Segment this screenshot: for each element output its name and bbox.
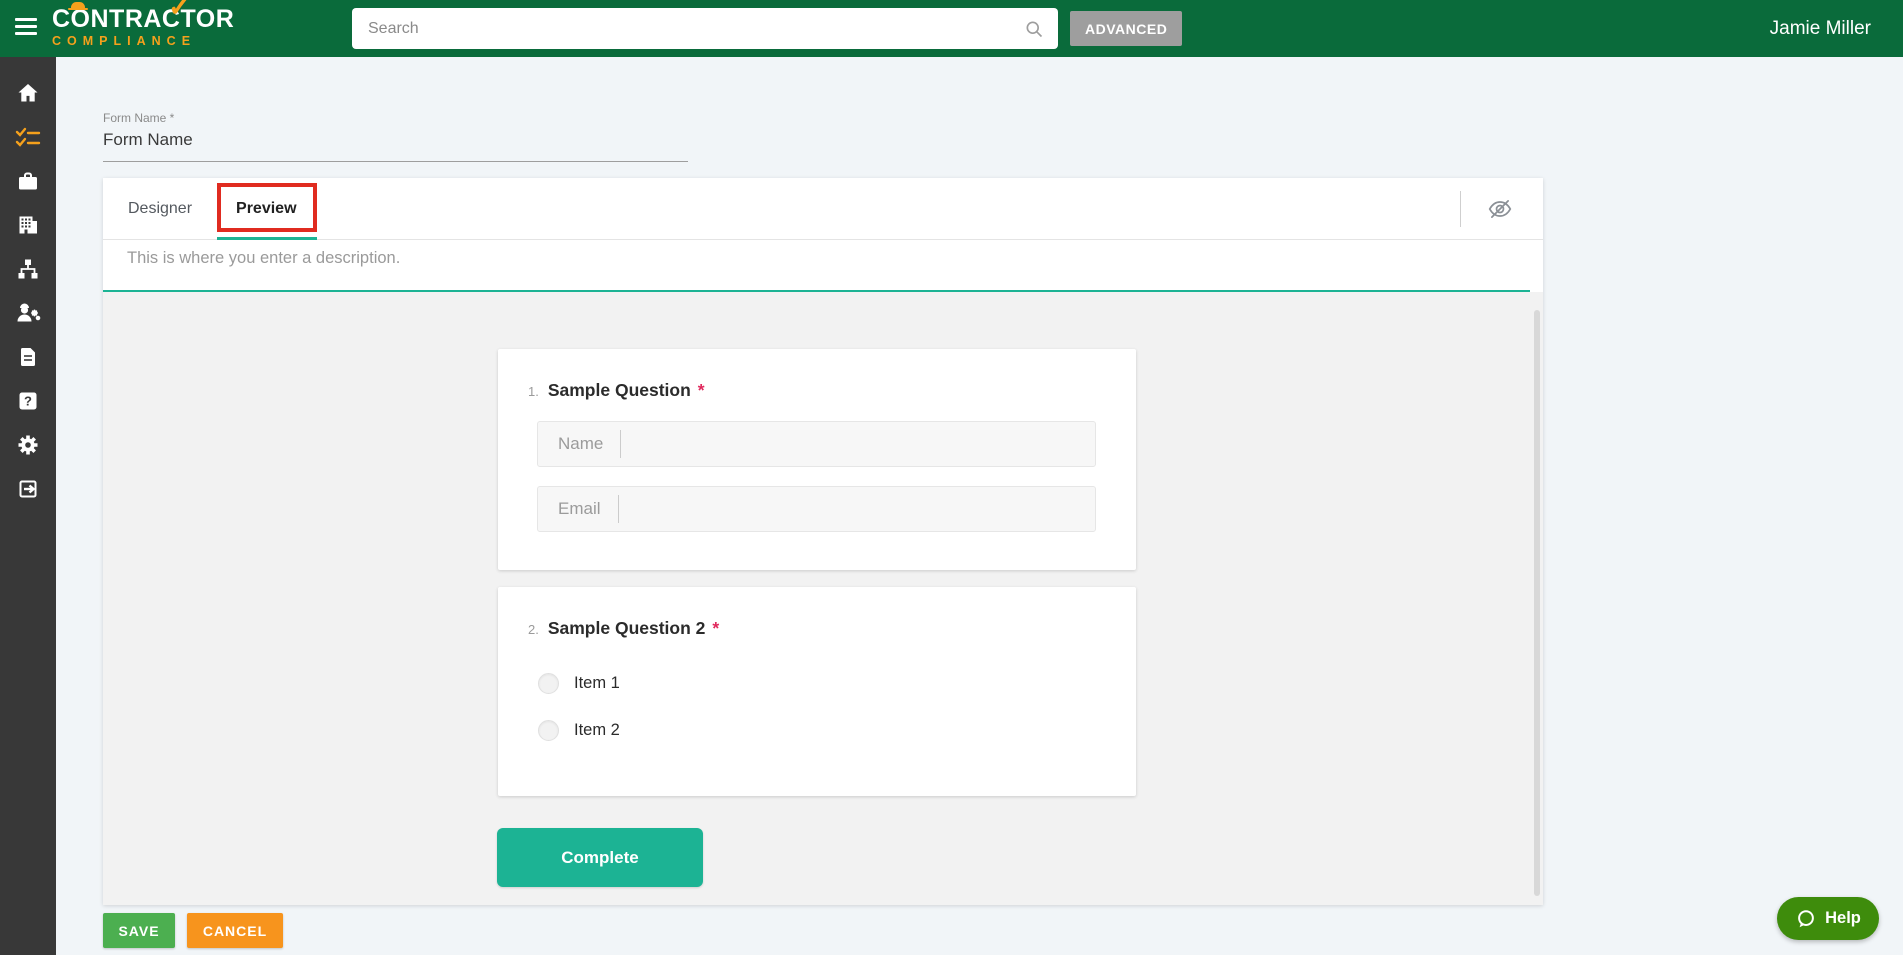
sidebar-item-contractors[interactable] [15, 301, 41, 325]
input-caret [617, 495, 619, 523]
sidebar-item-support[interactable]: ? [15, 389, 41, 413]
vertical-divider [1460, 191, 1461, 227]
checklist-icon [15, 127, 41, 147]
sidebar-item-documents[interactable] [15, 345, 41, 369]
name-field[interactable]: Name [537, 421, 1096, 467]
question-text: Sample Question 2 [547, 618, 706, 638]
hide-preview-button[interactable] [1487, 196, 1513, 222]
radio-label: Item 1 [574, 674, 620, 692]
check-mark-icon: ✓ [168, 0, 192, 22]
form-name-input[interactable]: Form Name [103, 130, 688, 162]
question-text: Sample Question [547, 380, 691, 400]
worker-settings-icon [17, 303, 41, 322]
sidebar-item-logout[interactable] [15, 477, 41, 501]
name-field-label: Name [558, 434, 604, 453]
hamburger-menu-icon[interactable] [15, 18, 37, 38]
search-icon [1026, 21, 1043, 37]
radio-label: Item 2 [574, 721, 620, 739]
sidebar-item-forms-active[interactable] [15, 125, 41, 149]
tab-preview-label: Preview [236, 199, 297, 217]
help-button[interactable]: Help [1777, 897, 1879, 940]
sidebar-item-org-chart[interactable] [15, 257, 41, 281]
question-card-1: 1. Sample Question * Name Email [498, 349, 1136, 570]
app-window: CONTRACTOR ✓ COMPLIANCE ADVANCED Jamie M… [0, 0, 1903, 955]
settings-gear-icon [18, 435, 38, 455]
main-content: Form Name * Form Name Designer Preview T… [56, 57, 1903, 955]
radio-button[interactable] [538, 673, 559, 694]
user-menu[interactable]: Jamie Miller [1770, 0, 1871, 57]
form-builder-card: Designer Preview This is where you enter… [103, 178, 1543, 905]
building-icon [19, 216, 37, 234]
sidebar-item-companies[interactable] [15, 213, 41, 237]
hard-hat-icon [68, 2, 88, 10]
required-asterisk: * [712, 618, 720, 638]
svg-text:?: ? [24, 394, 32, 409]
chat-bubble-icon [1798, 909, 1814, 927]
email-field[interactable]: Email [537, 486, 1096, 532]
advanced-search-button[interactable]: ADVANCED [1070, 11, 1183, 46]
cancel-button[interactable]: CANCEL [187, 913, 283, 948]
preview-scrollbar[interactable] [1534, 310, 1540, 896]
tab-preview[interactable]: Preview [217, 182, 317, 240]
tab-designer[interactable]: Designer [128, 200, 192, 218]
left-sidebar-nav: ? [0, 57, 56, 955]
briefcase-icon [19, 172, 37, 190]
top-header-bar: CONTRACTOR ✓ COMPLIANCE ADVANCED Jamie M… [0, 0, 1903, 57]
form-preview-pane: 1. Sample Question * Name Email 2. Sampl… [103, 292, 1543, 905]
radio-option-item-2[interactable]: Item 2 [538, 720, 620, 741]
app-logo[interactable]: CONTRACTOR ✓ COMPLIANCE [52, 0, 252, 48]
required-asterisk: * [697, 380, 705, 400]
logo-text-top: CONTRACTOR ✓ [52, 0, 252, 32]
tab-bar-actions [1460, 178, 1543, 240]
form-name-field: Form Name * Form Name [103, 111, 688, 162]
global-search [352, 8, 1058, 49]
complete-button[interactable]: Complete [497, 828, 703, 887]
save-button[interactable]: SAVE [103, 913, 175, 948]
eye-slash-icon [1488, 200, 1512, 218]
sidebar-item-jobs[interactable] [15, 169, 41, 193]
email-field-label: Email [558, 499, 601, 518]
form-description[interactable]: This is where you enter a description. [103, 240, 1530, 292]
question-1-title: 1. Sample Question * [528, 380, 1136, 401]
help-button-label: Help [1825, 909, 1861, 927]
home-icon [18, 84, 38, 102]
sidebar-item-home[interactable] [15, 81, 41, 105]
logo-text-bottom: COMPLIANCE [52, 34, 197, 48]
radio-button[interactable] [538, 720, 559, 741]
help-icon: ? [19, 392, 37, 410]
question-card-2: 2. Sample Question 2 * Item 1 Item 2 [498, 587, 1136, 796]
document-icon [21, 348, 35, 366]
input-caret [620, 430, 622, 458]
search-input[interactable] [352, 19, 1024, 38]
tab-bar: Designer Preview [103, 178, 1543, 240]
user-name-label: Jamie Miller [1769, 17, 1871, 39]
question-number: 2. [528, 622, 539, 637]
active-tab-indicator [217, 236, 317, 240]
question-number: 1. [528, 384, 539, 399]
logout-icon [19, 480, 37, 498]
radio-option-item-1[interactable]: Item 1 [538, 673, 620, 694]
org-chart-icon [18, 259, 38, 279]
form-name-label: Form Name * [103, 111, 175, 125]
question-2-title: 2. Sample Question 2 * [528, 618, 1136, 639]
sidebar-item-settings[interactable] [15, 433, 41, 457]
